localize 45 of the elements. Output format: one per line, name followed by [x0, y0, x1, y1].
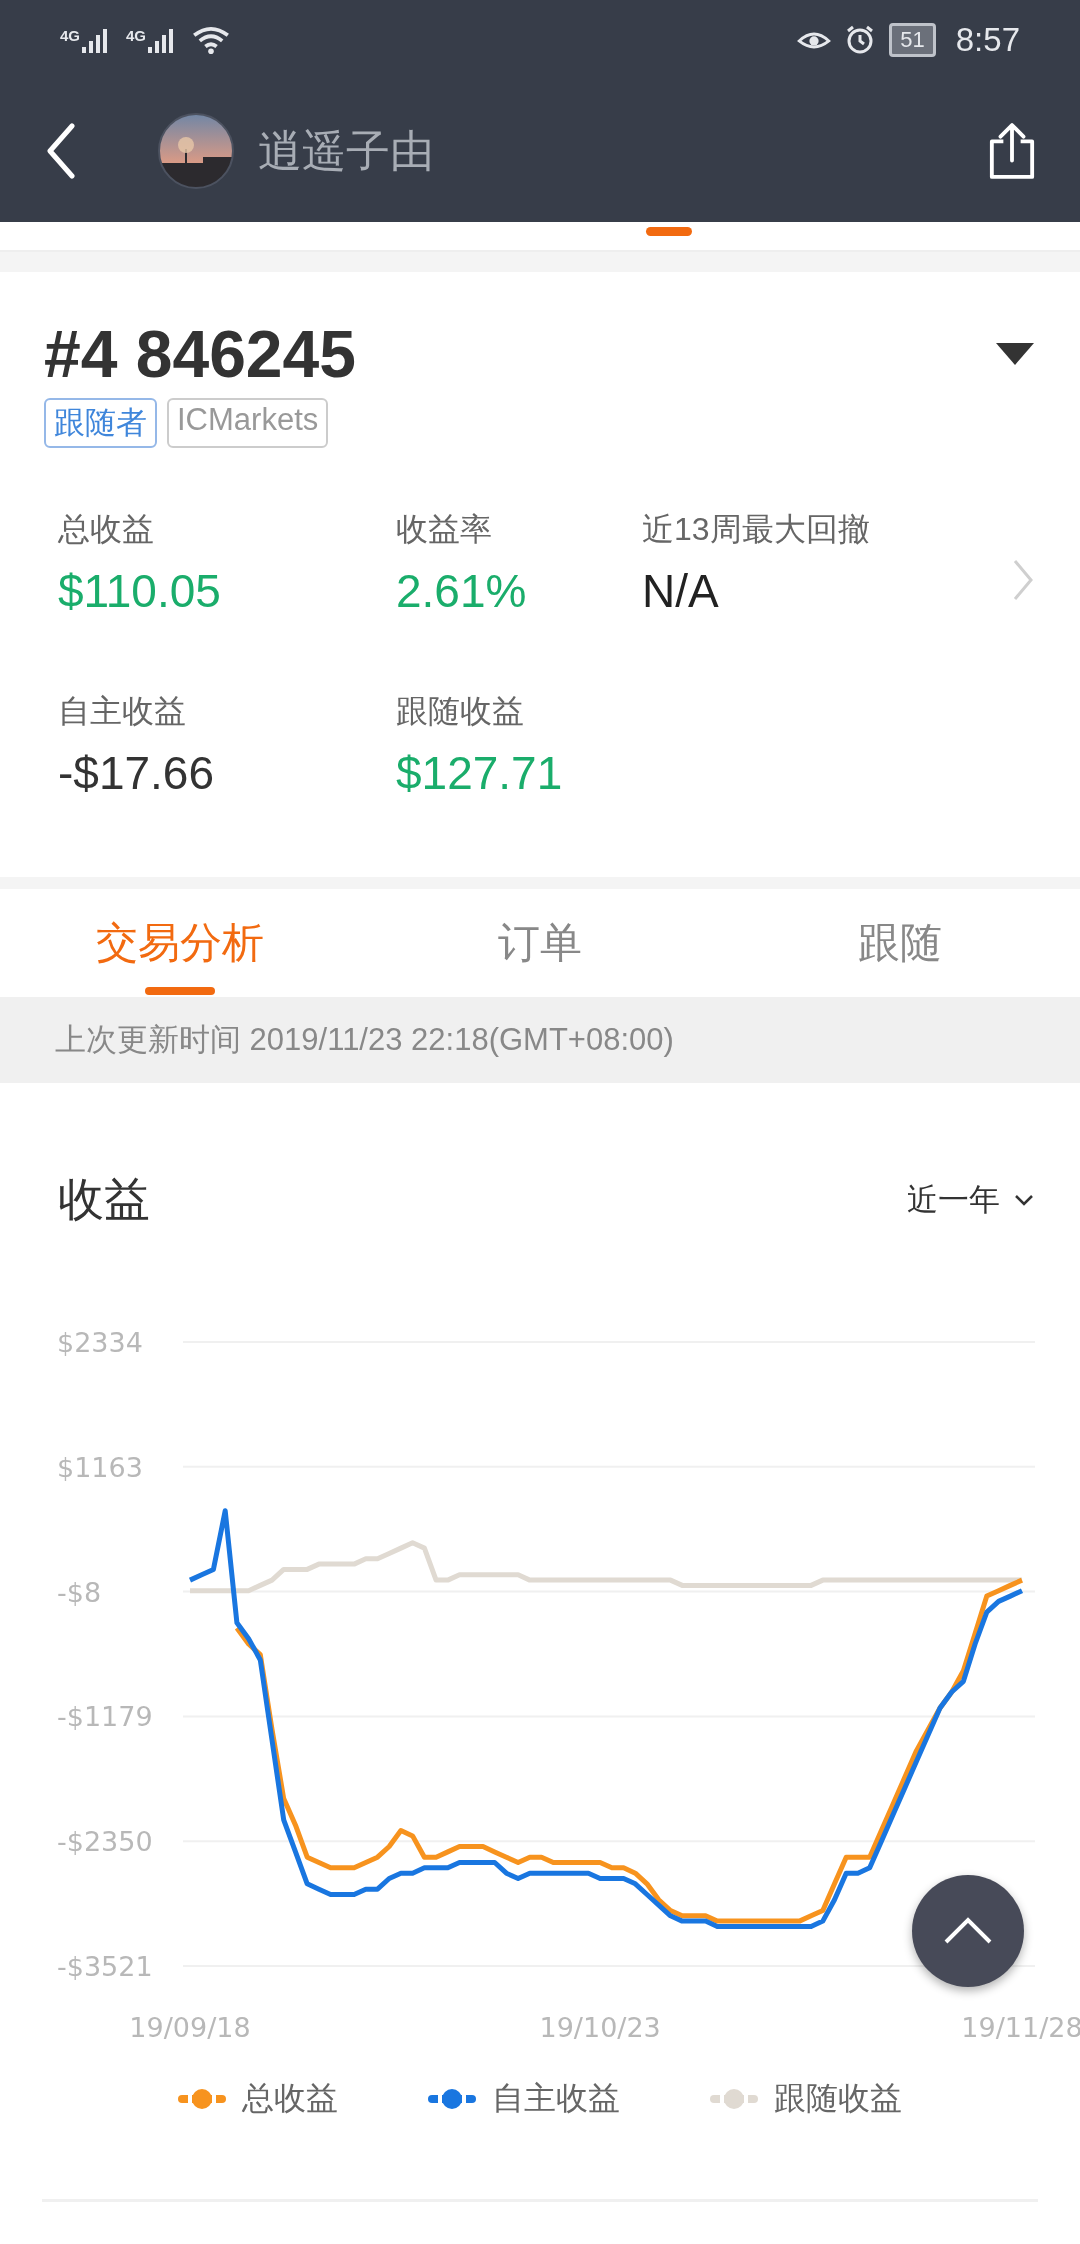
- range-dropdown[interactable]: 近一年: [907, 1179, 1034, 1221]
- network-label: 4G: [60, 27, 80, 44]
- y-axis-label: -$1179: [57, 1701, 153, 1733]
- x-axis-label: 19/09/18: [129, 2012, 251, 2043]
- stat-label: 自主收益: [58, 692, 187, 731]
- stat-label: 跟随收益: [396, 692, 525, 731]
- network-label: 4G: [126, 27, 147, 44]
- alarm-icon: [845, 25, 876, 55]
- stat-label: 总收益: [58, 510, 155, 549]
- legend-label: 跟随收益: [774, 2079, 902, 2118]
- wifi-icon: [192, 26, 231, 54]
- dropdown-icon[interactable]: [996, 343, 1034, 365]
- chevron-up-icon: [943, 1917, 993, 1945]
- tab[interactable]: 交易分析: [0, 889, 360, 997]
- caret-icon: [1014, 1194, 1034, 1206]
- y-axis-label: -$2350: [57, 1826, 153, 1858]
- stat-value: -$17.66: [58, 746, 215, 800]
- tab[interactable]: 跟随: [720, 889, 1080, 997]
- y-axis-label: $2334: [57, 1327, 143, 1358]
- stat-value: $127.71: [396, 746, 564, 800]
- clock-time: 8:57: [955, 21, 1020, 59]
- tag: ICMarkets: [167, 398, 329, 448]
- user-name: 逍遥子由: [258, 124, 435, 177]
- account-title: #4 846245: [44, 316, 356, 392]
- share-icon[interactable]: [988, 122, 1036, 180]
- stat-value: 2.61%: [396, 564, 528, 618]
- scroll-indicator: [646, 227, 692, 236]
- update-time: 上次更新时间 2019/11/23 22:18(GMT+08:00): [55, 1021, 674, 1059]
- y-axis-label: -$3521: [57, 1951, 153, 1982]
- stat-label: 收益率: [396, 510, 493, 549]
- y-axis-label: $1163: [57, 1451, 143, 1483]
- tag: 跟随者: [44, 398, 157, 448]
- legend-label: 总收益: [242, 2079, 338, 2118]
- back-icon[interactable]: [46, 123, 76, 179]
- legend-label: 自主收益: [492, 2079, 620, 2118]
- battery-icon: 51: [889, 23, 936, 57]
- stat-value: N/A: [642, 564, 720, 618]
- chart-title: 收益: [58, 1172, 150, 1227]
- x-axis-label: 19/11/28: [961, 2012, 1080, 2043]
- y-axis-label: -$8: [57, 1576, 102, 1608]
- x-axis-label: 19/10/23: [539, 2012, 661, 2043]
- tab[interactable]: 订单: [360, 889, 720, 997]
- stat-label: 近13周最大回撤: [642, 510, 871, 549]
- stat-value: $110.05: [58, 564, 222, 618]
- scroll-top-button[interactable]: [912, 1875, 1024, 1987]
